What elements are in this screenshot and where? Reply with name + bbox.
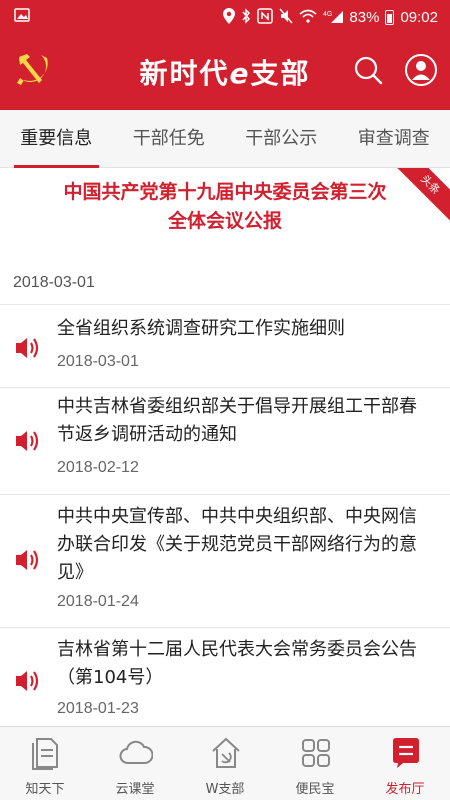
status-bar: 4G 83% 09:02 <box>0 0 450 34</box>
location-icon <box>223 8 236 26</box>
news-date: 2018-03-01 <box>57 353 139 370</box>
speaker-icon <box>14 335 42 361</box>
nav-label: W支部 <box>205 782 245 797</box>
category-tabs: 重要信息 干部任免 干部公示 审查调查 <box>0 110 450 168</box>
news-item[interactable]: 中共中央宣传部、中共中央组织部、中央网信办联合印发《关于规范党员干部网络行为的意… <box>0 495 450 628</box>
bluetooth-icon <box>241 8 251 26</box>
news-item[interactable]: 吉林省第十二届人民代表大会常务委员会公告（第104号） 2018-01-23 <box>0 628 450 726</box>
news-title: 吉林省第十二届人民代表大会常务委员会公告（第104号） <box>57 639 417 688</box>
bottom-navigation: 知天下 云课堂 W支部 便民宝 发布厅 <box>0 726 450 800</box>
document-icon <box>32 738 58 770</box>
speaker-icon <box>14 428 42 454</box>
news-date: 2018-01-23 <box>57 700 139 717</box>
nav-label: 发布厅 <box>385 782 425 797</box>
tab-important-info[interactable]: 重要信息 <box>0 110 113 168</box>
nav-label: 便民宝 <box>295 782 335 797</box>
mute-icon <box>279 8 293 26</box>
tab-investigation[interactable]: 审查调查 <box>338 110 450 168</box>
speaker-icon <box>14 668 42 694</box>
wifi-icon <box>299 9 317 25</box>
nav-label: 知天下 <box>25 782 65 797</box>
nfc-icon <box>257 8 274 26</box>
speaker-icon <box>14 547 42 573</box>
image-notification-icon <box>14 7 30 27</box>
news-title: 中共吉林省委组织部关于倡导开展组工干部春节返乡调研活动的通知 <box>57 396 417 445</box>
signal-icon: 4G <box>323 9 344 25</box>
nav-label: 云课堂 <box>115 782 155 797</box>
news-title: 全省组织系统调查研究工作实施细则 <box>57 318 345 339</box>
nav-fabuting[interactable]: 发布厅 <box>360 727 450 800</box>
headline-title: 中国共产党第十九届中央委员会第三次 全体会议公报 <box>63 181 387 232</box>
search-icon[interactable] <box>352 54 386 88</box>
house-emblem-icon <box>212 737 240 768</box>
user-profile-icon[interactable] <box>404 53 438 87</box>
battery-percent: 83% <box>349 8 380 26</box>
news-date: 2018-02-12 <box>57 459 139 476</box>
news-date: 2018-01-24 <box>57 593 139 610</box>
nav-yunketang[interactable]: 云课堂 <box>90 727 180 800</box>
clock: 09:02 <box>400 8 438 26</box>
app-bar: 新时代e支部 <box>0 34 450 110</box>
news-title: 中共中央宣传部、中共中央组织部、中央网信办联合印发《关于规范党员干部网络行为的意… <box>57 506 417 583</box>
message-icon <box>393 738 419 768</box>
battery-icon <box>385 9 395 25</box>
news-item[interactable]: 全省组织系统调查研究工作实施细则 2018-03-01 <box>0 305 450 388</box>
news-item[interactable]: 中共吉林省委组织部关于倡导开展组工干部春节返乡调研活动的通知 2018-02-1… <box>0 388 450 495</box>
svg-text:4G: 4G <box>323 11 332 18</box>
headline-card[interactable]: 中国共产党第十九届中央委员会第三次 全体会议公报 2018-03-01 头条 <box>0 168 450 305</box>
tab-cadre-appointment[interactable]: 干部任免 <box>113 110 226 168</box>
grid-icon <box>302 739 330 767</box>
nav-zhitianxia[interactable]: 知天下 <box>0 727 90 800</box>
nav-bianminbao[interactable]: 便民宝 <box>270 727 360 800</box>
cloud-icon <box>119 740 153 764</box>
headline-date: 2018-03-01 <box>13 274 95 291</box>
tab-cadre-publicity[interactable]: 干部公示 <box>225 110 338 168</box>
nav-w-zhibu[interactable]: W支部 <box>180 727 270 800</box>
